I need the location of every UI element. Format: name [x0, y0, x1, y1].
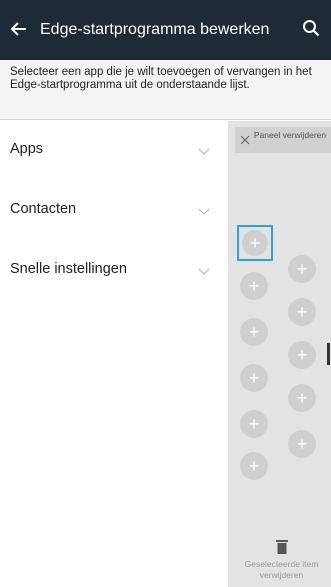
add-slot-icon: +: [242, 230, 268, 256]
category-list: Apps Contacten Snelle instellingen: [0, 121, 228, 587]
launcher-slot[interactable]: +: [288, 298, 316, 326]
delete-selected-label: Geselecteerde item verwijderen: [244, 559, 319, 580]
instructions-text: Selecteer een app die je wilt toevoegen …: [0, 60, 331, 120]
chevron-down-icon: [198, 148, 210, 155]
drag-handle-icon[interactable]: [327, 343, 331, 365]
app-header: Edge-startprogramma bewerken: [0, 0, 331, 60]
launcher-slot[interactable]: +: [240, 364, 268, 392]
chevron-down-icon: [198, 268, 210, 275]
category-label: Apps: [10, 141, 44, 157]
trash-icon[interactable]: [276, 540, 288, 554]
chevron-down-icon: [198, 208, 210, 215]
back-arrow-icon[interactable]: [10, 20, 28, 38]
launcher-slot[interactable]: +: [288, 384, 316, 412]
category-snelle-instellingen[interactable]: Snelle instellingen: [0, 251, 228, 291]
category-label: Snelle instellingen: [10, 261, 127, 277]
launcher-slot[interactable]: +: [288, 255, 316, 283]
close-icon: [240, 135, 250, 145]
launcher-slot-selected[interactable]: +: [237, 225, 273, 261]
page-title: Edge-startprogramma bewerken: [40, 21, 270, 38]
search-icon[interactable]: [302, 19, 320, 37]
launcher-slot[interactable]: +: [240, 272, 268, 300]
launcher-slot[interactable]: +: [240, 318, 268, 346]
category-label: Contacten: [10, 201, 77, 217]
remove-panel-button[interactable]: Paneel verwijderen: [235, 127, 331, 153]
launcher-slot[interactable]: +: [240, 410, 268, 438]
category-apps[interactable]: Apps: [0, 131, 228, 171]
remove-panel-label: Paneel verwijderen: [253, 130, 327, 140]
launcher-panel: Paneel verwijderen + + + + + + + + + + +…: [228, 121, 331, 587]
launcher-slot[interactable]: +: [288, 430, 316, 458]
launcher-slot[interactable]: +: [288, 341, 316, 369]
category-contacten[interactable]: Contacten: [0, 191, 228, 231]
launcher-slot[interactable]: +: [240, 452, 268, 480]
